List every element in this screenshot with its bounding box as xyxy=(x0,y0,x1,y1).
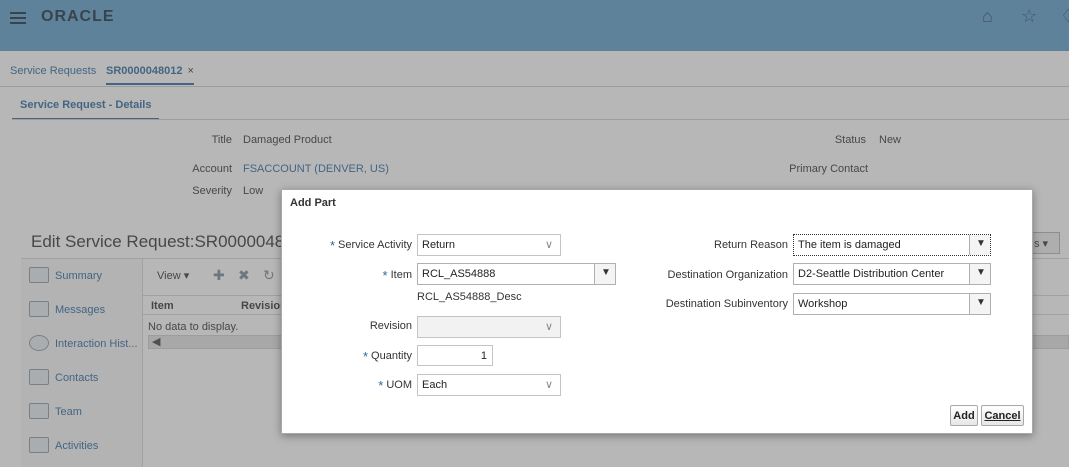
destination-organization-label: Destination Organization xyxy=(667,269,788,281)
uom-value: Each xyxy=(422,379,448,391)
service-activity-label-text: Service Activity xyxy=(338,239,412,251)
destination-organization-dropdown-button[interactable]: ▼ xyxy=(969,264,990,284)
add-part-dialog: Add Part * Service Activity Return ∨ * Ite… xyxy=(281,189,1033,434)
dropdown-arrow-icon: ▼ xyxy=(601,267,611,278)
item-label-text: Item xyxy=(390,269,412,281)
required-marker: * xyxy=(362,349,369,364)
uom-select[interactable]: Each ∨ xyxy=(417,374,561,396)
uom-label-text: UOM xyxy=(386,379,412,391)
destination-subinventory-dropdown-button[interactable]: ▼ xyxy=(969,294,990,314)
destination-organization-value: D2-Seattle Distribution Center xyxy=(798,268,945,280)
item-combobox[interactable]: RCL_AS54888 ▼ xyxy=(417,263,616,285)
destination-subinventory-combobox[interactable]: Workshop ▼ xyxy=(793,293,991,315)
destination-subinventory-value: Workshop xyxy=(798,298,848,310)
service-activity-value: Return xyxy=(422,239,456,251)
return-reason-label: Return Reason xyxy=(714,239,788,251)
quantity-value: 1 xyxy=(480,350,487,362)
return-reason-dropdown-button[interactable]: ▼ xyxy=(969,235,990,255)
quantity-label-text: Quantity xyxy=(371,350,412,362)
required-marker: * xyxy=(382,268,388,283)
destination-subinventory-label: Destination Subinventory xyxy=(665,298,788,310)
return-reason-combobox[interactable]: The item is damaged ▼ xyxy=(793,234,991,256)
required-marker: * xyxy=(378,378,384,393)
required-marker: * xyxy=(329,238,336,253)
chevron-down-icon: ∨ xyxy=(544,321,553,333)
service-activity-label: * Service Activity xyxy=(292,238,412,253)
uom-label: * UOM xyxy=(292,378,412,393)
dropdown-arrow-icon: ▼ xyxy=(976,238,986,249)
quantity-field[interactable]: 1 xyxy=(417,345,493,366)
item-value: RCL_AS54888 xyxy=(422,268,496,280)
quantity-label: * Quantity xyxy=(292,349,412,364)
dropdown-arrow-icon: ▼ xyxy=(976,267,986,278)
item-description: RCL_AS54888_Desc xyxy=(417,291,522,303)
chevron-down-icon: ∨ xyxy=(544,239,553,251)
cancel-button[interactable]: Cancel xyxy=(981,405,1024,426)
service-activity-select[interactable]: Return ∨ xyxy=(417,234,561,256)
return-reason-value: The item is damaged xyxy=(798,239,901,251)
item-dropdown-button[interactable]: ▼ xyxy=(594,264,615,284)
revision-label: Revision xyxy=(369,320,412,332)
chevron-down-icon: ∨ xyxy=(544,379,553,391)
dropdown-arrow-icon: ▼ xyxy=(976,297,986,308)
revision-select[interactable]: ∨ xyxy=(417,316,561,338)
add-button[interactable]: Add xyxy=(950,405,978,426)
dialog-title: Add Part xyxy=(290,197,336,209)
item-label: * Item xyxy=(292,268,412,283)
destination-organization-combobox[interactable]: D2-Seattle Distribution Center ▼ xyxy=(793,263,991,285)
